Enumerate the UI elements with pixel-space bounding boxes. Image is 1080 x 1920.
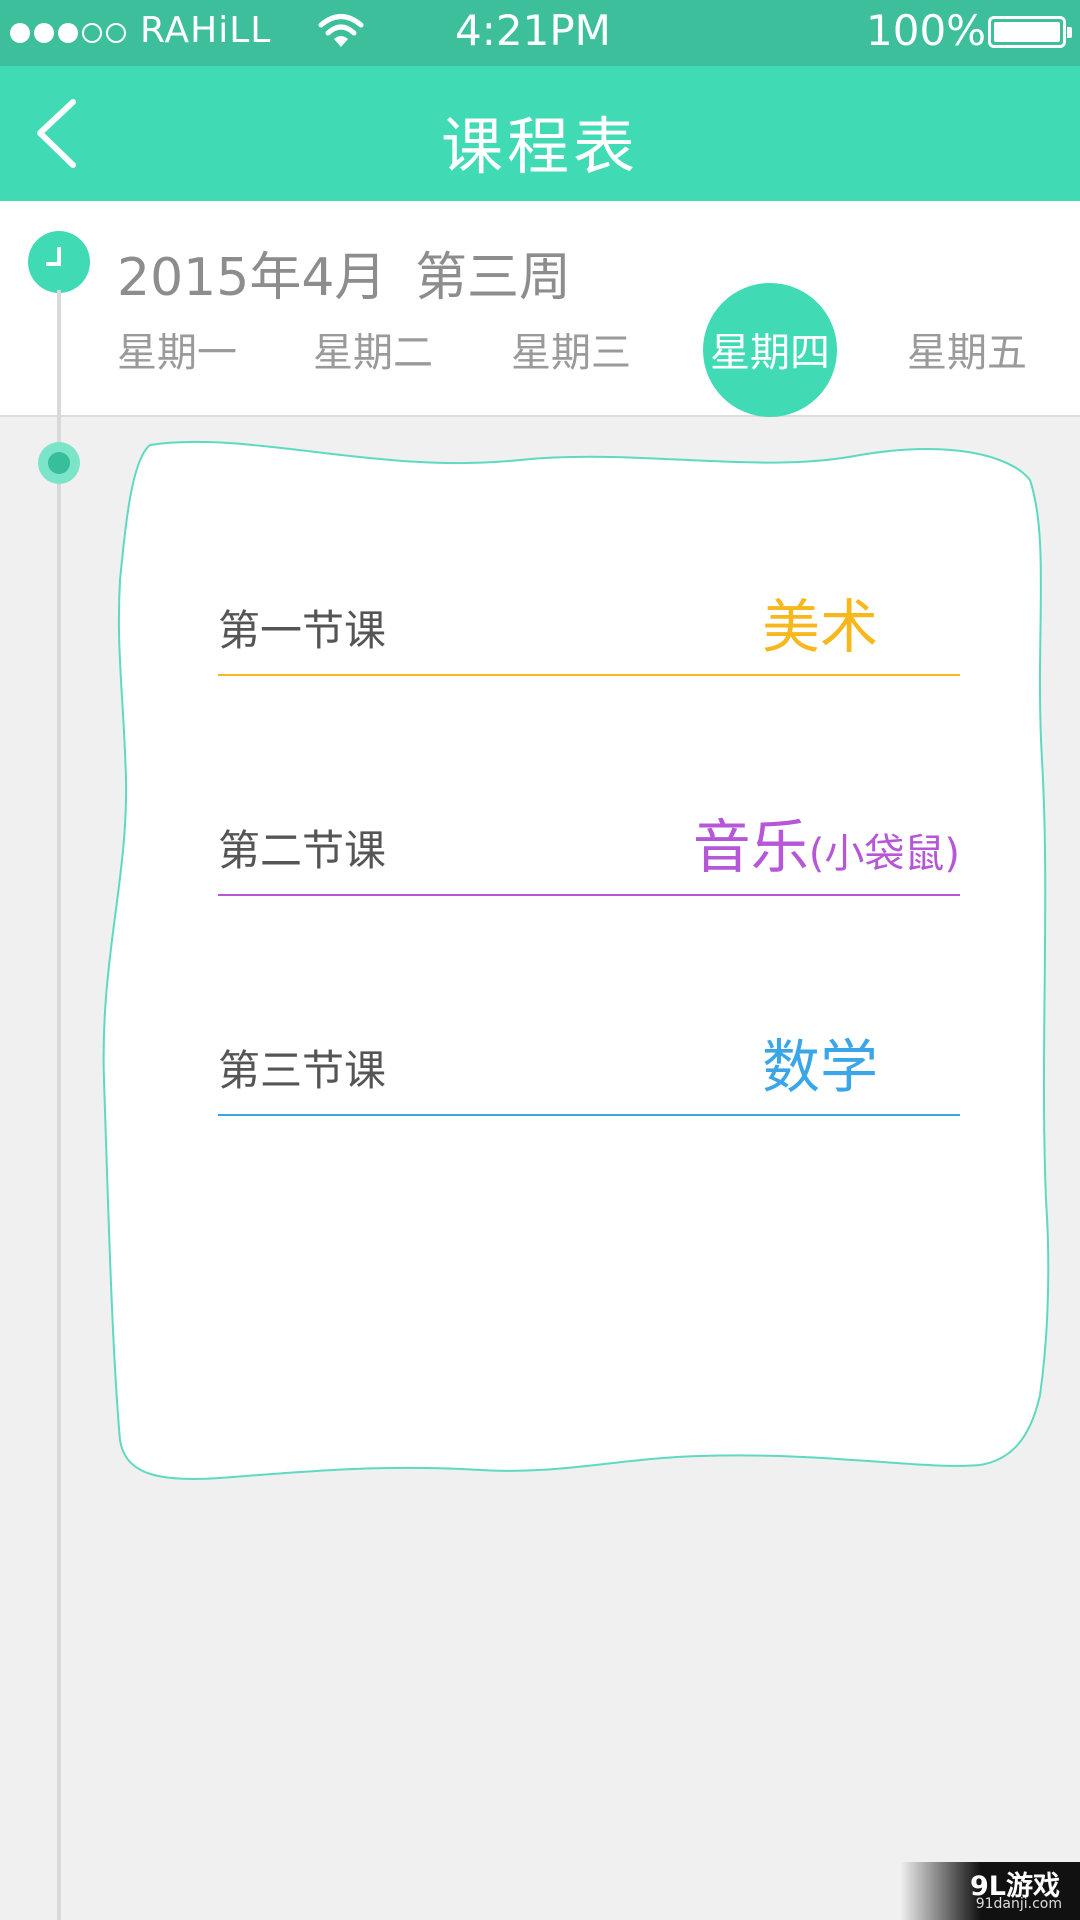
lesson-row-3[interactable]: 第三节课 数学: [218, 1033, 960, 1116]
subject-name: 音乐: [692, 813, 809, 881]
lesson-underline: [218, 674, 960, 676]
subject-name: 美术: [761, 593, 878, 661]
carrier-name: RAHiLL: [140, 10, 272, 51]
lesson-subject: 音乐(小袋鼠): [693, 800, 960, 884]
lesson-period-label: 第二节课: [218, 826, 387, 875]
status-bar: RAHiLL 4:21PM 100%: [0, 0, 1080, 66]
navigation-bar: 课程表: [0, 66, 1080, 201]
lesson-row-1[interactable]: 第一节课 美术: [218, 593, 960, 676]
weekday-tabs: 星期一 星期二 星期三 星期四 星期五: [0, 281, 1080, 417]
clock-time: 4:21PM: [455, 6, 611, 55]
lesson-underline: [218, 894, 960, 896]
timeline-node-icon: [38, 442, 80, 484]
tab-label: 星期二: [313, 330, 433, 376]
tab-thursday-selected[interactable]: 星期四: [700, 281, 840, 417]
tab-monday[interactable]: 星期一: [107, 281, 247, 417]
watermark-url: 91danji.com: [975, 1896, 1062, 1912]
tab-wednesday[interactable]: 星期三: [501, 281, 641, 417]
lesson-period-label: 第三节课: [218, 1046, 387, 1095]
battery-percentage: 100%: [866, 6, 987, 55]
lesson-subject: 美术: [762, 580, 878, 664]
signal-strength-icon: [10, 20, 126, 46]
lesson-subject: 数学: [762, 1020, 878, 1104]
week-header: 2015年4月 第三周 星期一 星期二 星期三 星期四 星期五: [0, 201, 1080, 417]
lesson-row-2[interactable]: 第二节课 音乐(小袋鼠): [218, 813, 960, 896]
timeline-line: [57, 290, 61, 1920]
tab-label: 星期四: [710, 330, 830, 376]
lesson-underline: [218, 1114, 960, 1116]
wifi-icon: [318, 14, 364, 47]
tab-tuesday[interactable]: 星期二: [303, 281, 443, 417]
subject-note: (小袋鼠): [808, 831, 960, 877]
tab-friday[interactable]: 星期五: [897, 281, 1037, 417]
battery-icon: [988, 16, 1072, 48]
tab-label: 星期一: [117, 330, 237, 376]
page-title: 课程表: [440, 110, 639, 183]
tab-label: 星期三: [511, 330, 631, 376]
lesson-period-label: 第一节课: [218, 606, 387, 655]
subject-name: 数学: [761, 1033, 878, 1101]
tab-label: 星期五: [907, 330, 1027, 376]
site-watermark: 9L游戏 91danji.com: [900, 1862, 1080, 1920]
